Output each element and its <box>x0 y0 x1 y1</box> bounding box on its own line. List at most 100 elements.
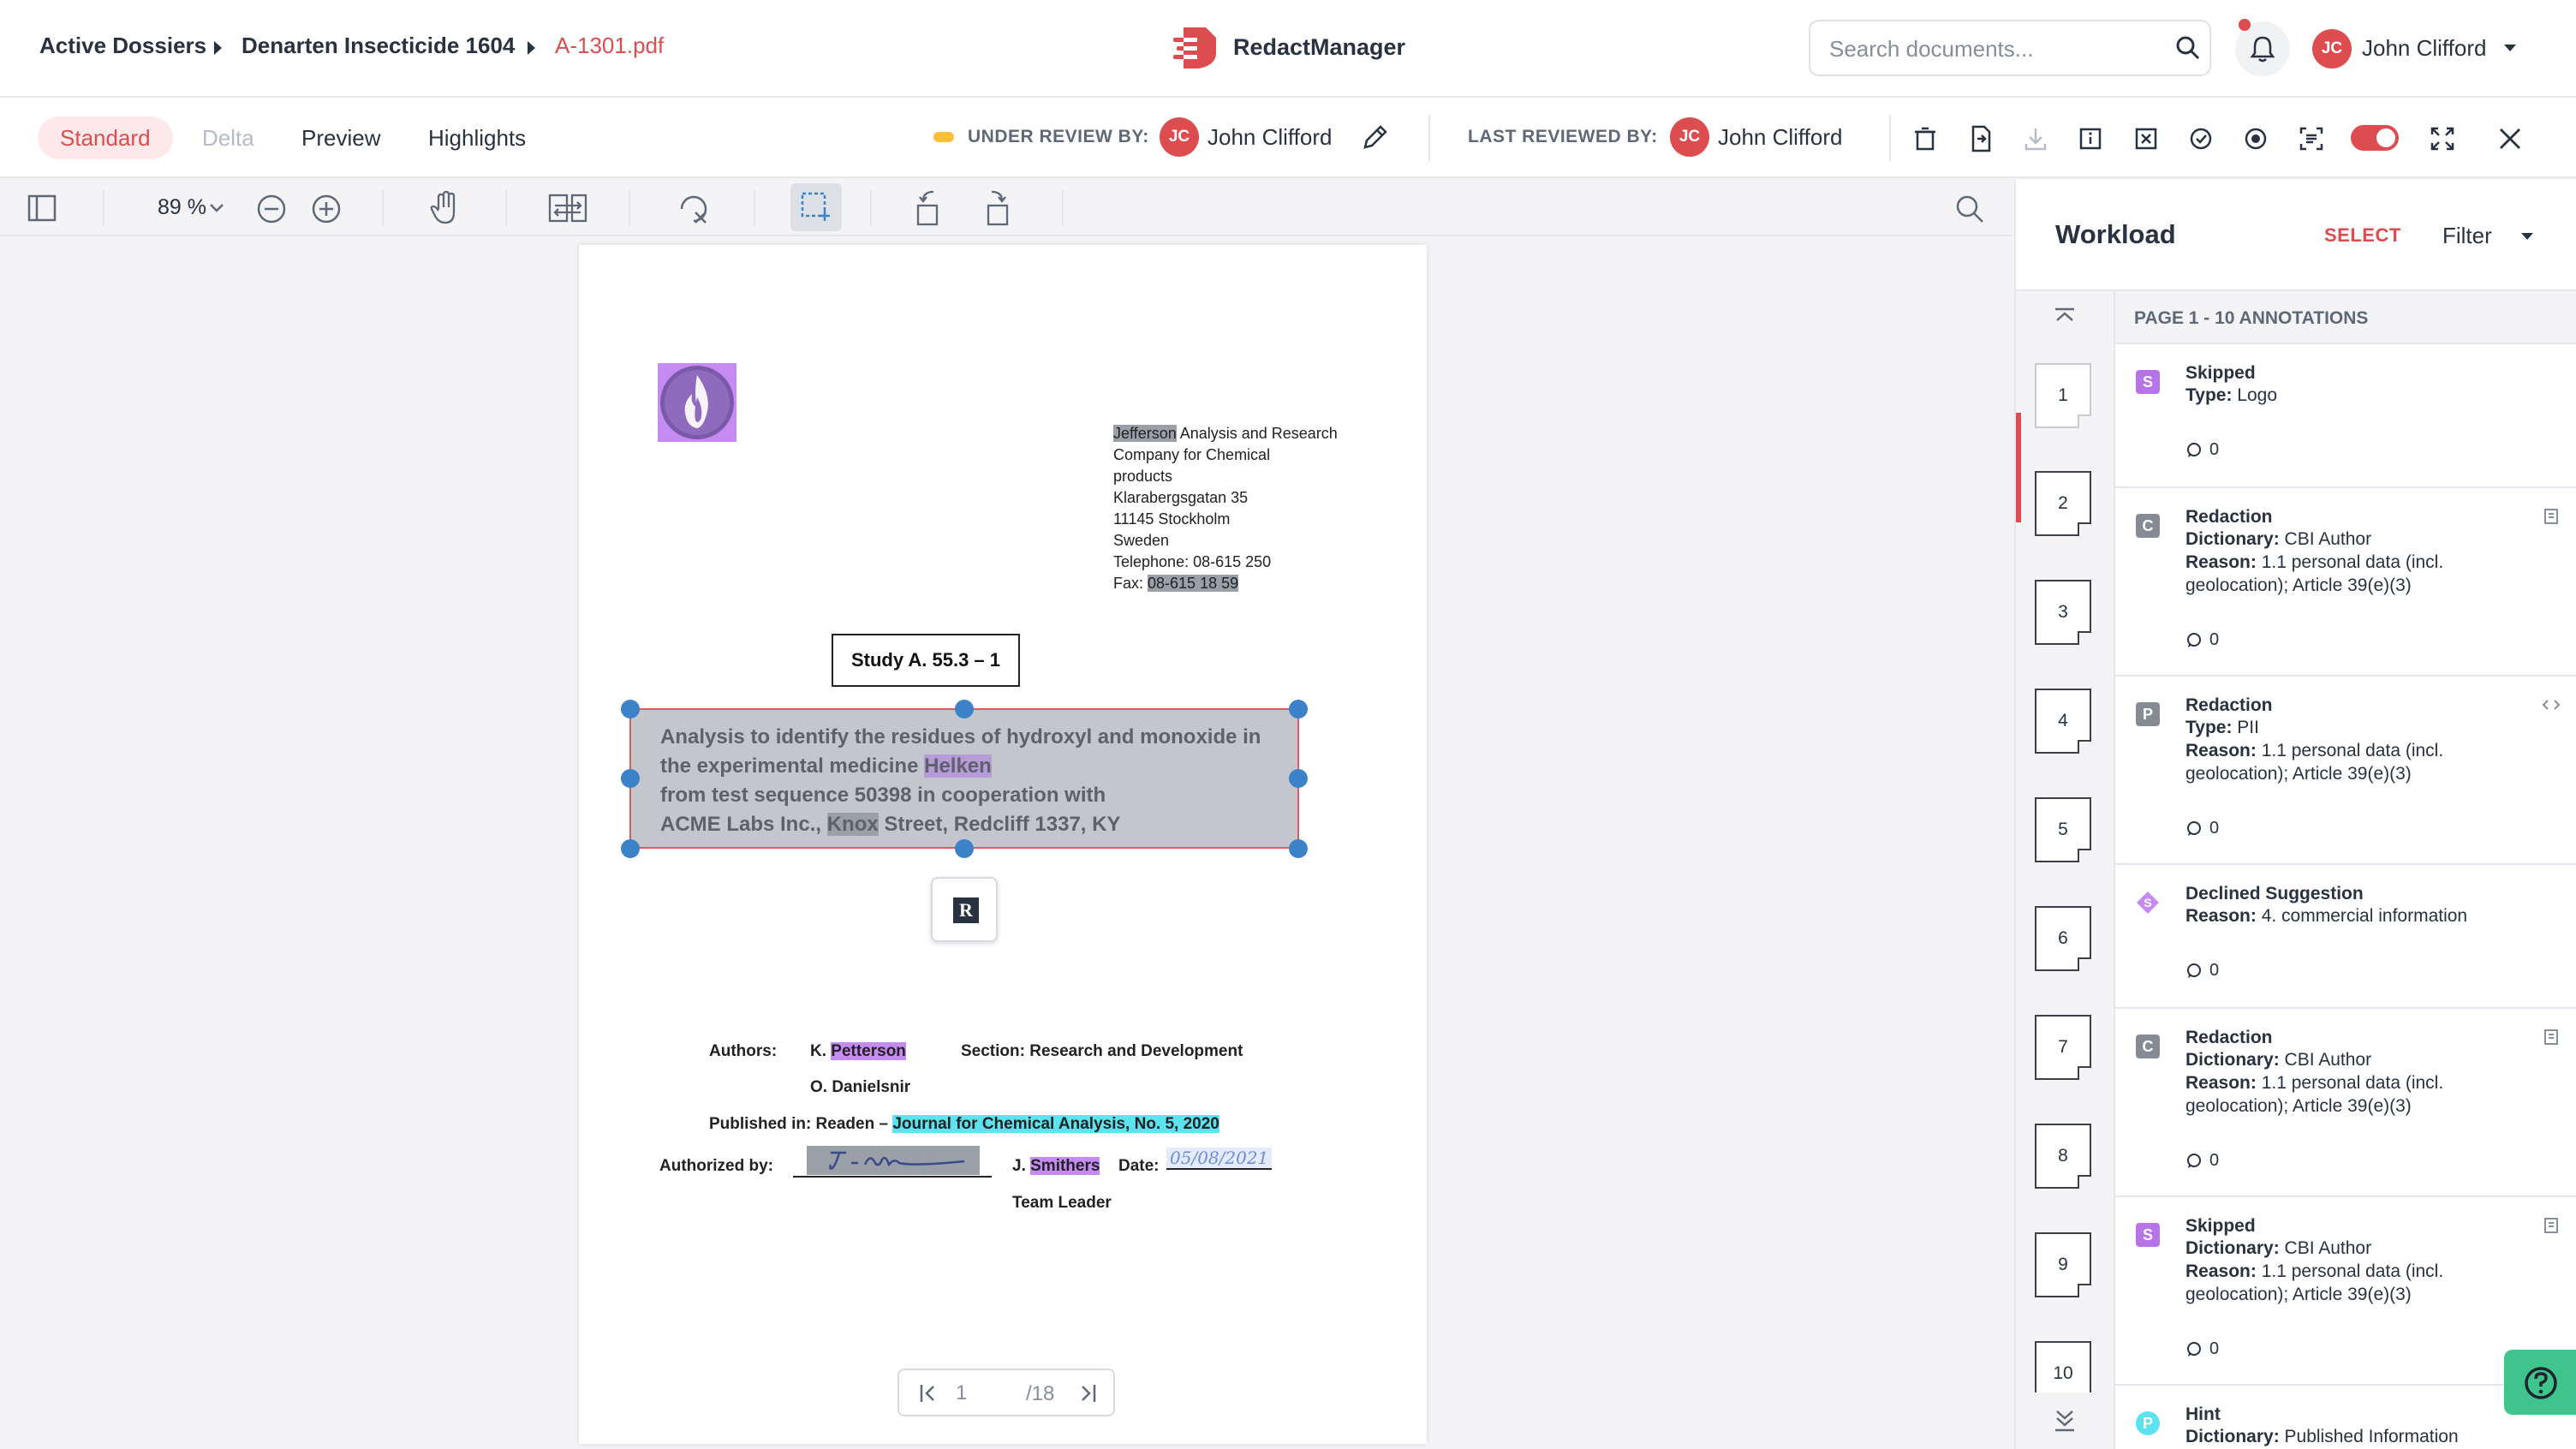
rotate-left-icon[interactable] <box>911 187 945 228</box>
page-total: /18 <box>1026 1382 1055 1405</box>
signature-image[interactable] <box>793 1144 992 1178</box>
zoom-out-icon[interactable] <box>255 193 288 225</box>
cbi-badge: C <box>2136 514 2160 538</box>
title-line: Analysis to identify the residues of hyd… <box>660 725 1261 748</box>
chevron-down-icon[interactable] <box>2504 45 2516 51</box>
pan-hand-icon[interactable] <box>428 190 462 226</box>
toggle-sidebar-icon[interactable] <box>26 192 58 224</box>
last-page-icon[interactable] <box>1076 1382 1098 1404</box>
skipped-signer[interactable]: Smithers <box>1030 1157 1100 1175</box>
redacted-street[interactable]: Knox <box>826 813 879 836</box>
zoom-value[interactable]: 89 % <box>158 195 206 220</box>
help-button[interactable] <box>2504 1350 2576 1415</box>
select-button[interactable]: SELECT <box>2324 224 2401 247</box>
page-thumbnail[interactable]: 3 <box>2035 580 2091 645</box>
resize-handle[interactable] <box>621 839 640 858</box>
compare-pages-icon[interactable] <box>548 192 587 224</box>
tab-delta[interactable]: Delta <box>180 116 277 159</box>
handwritten-date[interactable]: 05/08/2021 <box>1166 1148 1273 1170</box>
annotation-detail: Reason: 1.1 personal data (incl. <box>2185 741 2444 760</box>
annotation-item[interactable]: S Skipped Type: Logo 0 <box>2115 344 2576 488</box>
ocr-scan-icon[interactable] <box>2294 122 2329 156</box>
page-thumbnail[interactable]: 6 <box>2035 906 2091 971</box>
comment-icon[interactable] <box>2185 632 2203 649</box>
page-thumbnail[interactable]: 5 <box>2035 797 2091 862</box>
scroll-to-top-icon[interactable] <box>2052 307 2078 329</box>
search-icon[interactable] <box>2175 35 2201 61</box>
resize-handle[interactable] <box>955 700 974 719</box>
redacted-fax[interactable]: 08-615 18 59 <box>1148 575 1239 592</box>
page-thumbnail[interactable]: 2 <box>2035 471 2091 536</box>
skipped-author[interactable]: Petterson <box>831 1042 906 1060</box>
page-thumbnail[interactable]: 10 <box>2035 1341 2091 1392</box>
area-selection-tool[interactable] <box>790 183 842 231</box>
comment-icon[interactable] <box>2185 820 2203 838</box>
resize-handle[interactable] <box>621 769 640 788</box>
breadcrumb-file[interactable]: A-1301.pdf <box>555 33 664 59</box>
code-rule-icon[interactable] <box>2542 695 2561 714</box>
rotate-right-icon[interactable] <box>981 187 1016 228</box>
page-number-input[interactable] <box>956 1380 999 1406</box>
search-icon[interactable] <box>1954 194 1985 224</box>
annotation-item[interactable]: P Redaction Type: PII Reason: 1.1 person… <box>2115 677 2576 865</box>
tab-highlights[interactable]: Highlights <box>406 116 548 159</box>
fullscreen-icon[interactable] <box>2425 122 2460 156</box>
record-icon[interactable] <box>2239 122 2273 156</box>
annotation-item[interactable]: S Declined Suggestion Reason: 4. commerc… <box>2115 865 2576 1009</box>
skipped-badge: S <box>2136 370 2160 394</box>
comment-icon[interactable] <box>2185 442 2203 459</box>
breadcrumb-dossiers[interactable]: Active Dossiers <box>39 33 206 59</box>
resize-handle[interactable] <box>1289 839 1308 858</box>
breadcrumb-dossier[interactable]: Denarten Insecticide 1604 <box>242 33 515 59</box>
selected-area[interactable]: Analysis to identify the residues of hyd… <box>629 708 1299 849</box>
authorized-label: Authorized by: <box>659 1157 773 1175</box>
annotation-detail: Reason: 1.1 personal data (incl. <box>2185 1261 2444 1281</box>
search-box[interactable] <box>1809 20 2211 76</box>
delete-icon[interactable] <box>1908 122 1942 156</box>
dictionary-icon[interactable] <box>2542 507 2561 526</box>
zoom-in-icon[interactable] <box>310 193 343 225</box>
annotation-item[interactable]: C Redaction Dictionary: CBI Author Reaso… <box>2115 488 2576 677</box>
annotations-header: PAGE 1 - 10 ANNOTATIONS <box>2115 289 2576 344</box>
pencil-icon[interactable] <box>1360 123 1389 152</box>
comment-icon[interactable] <box>2185 963 2203 980</box>
redacted-company[interactable]: Jefferson <box>1113 425 1177 442</box>
search-input[interactable] <box>1829 33 2155 64</box>
first-page-icon[interactable] <box>918 1382 940 1404</box>
zoom-dropdown-chevron-icon[interactable] <box>209 202 224 214</box>
download-icon[interactable] <box>2018 122 2053 156</box>
chevron-down-icon[interactable] <box>2521 233 2533 240</box>
annotation-item[interactable]: C Redaction Dictionary: CBI Author Reaso… <box>2115 1009 2576 1197</box>
tab-preview[interactable]: Preview <box>279 116 402 159</box>
dictionary-icon[interactable] <box>2542 1028 2561 1046</box>
dictionary-icon[interactable] <box>2542 1216 2561 1235</box>
resize-handle[interactable] <box>1289 769 1308 788</box>
scroll-to-bottom-icon[interactable] <box>2052 1408 2078 1434</box>
page-thumbnail[interactable]: 4 <box>2035 689 2091 754</box>
filter-button[interactable]: Filter <box>2442 223 2492 249</box>
user-avatar[interactable]: JC <box>2312 29 2352 69</box>
hint-journal[interactable]: Journal for Chemical Analysis, No. 5, 20… <box>892 1115 1219 1133</box>
info-icon[interactable] <box>2073 122 2108 156</box>
comment-icon[interactable] <box>2185 1153 2203 1170</box>
page-thumbnail[interactable]: 7 <box>2035 1015 2091 1080</box>
resize-handle[interactable] <box>1289 700 1308 719</box>
resize-handle[interactable] <box>955 839 974 858</box>
page-thumbnail[interactable]: 9 <box>2035 1232 2091 1297</box>
redact-area-button[interactable]: R <box>931 877 998 942</box>
company-logo-icon[interactable] <box>658 363 736 442</box>
close-icon[interactable] <box>2493 122 2527 156</box>
resize-handle[interactable] <box>621 700 640 719</box>
export-file-icon[interactable] <box>1964 122 1998 156</box>
comment-icon[interactable] <box>2185 1341 2203 1358</box>
user-name[interactable]: John Clifford <box>2362 35 2487 62</box>
tab-standard[interactable]: Standard <box>38 116 173 159</box>
page-thumbnail[interactable]: 8 <box>2035 1124 2091 1189</box>
comment-count: 0 <box>2209 630 2220 649</box>
page-thumbnail[interactable]: 1 <box>2035 363 2091 428</box>
redaction-preview-toggle[interactable] <box>2351 125 2399 151</box>
approve-icon[interactable] <box>2184 122 2218 156</box>
excel-report-icon[interactable] <box>2129 122 2163 156</box>
hint-medicine[interactable]: Helken <box>924 754 992 778</box>
rectangle-redaction-icon[interactable] <box>677 192 711 226</box>
